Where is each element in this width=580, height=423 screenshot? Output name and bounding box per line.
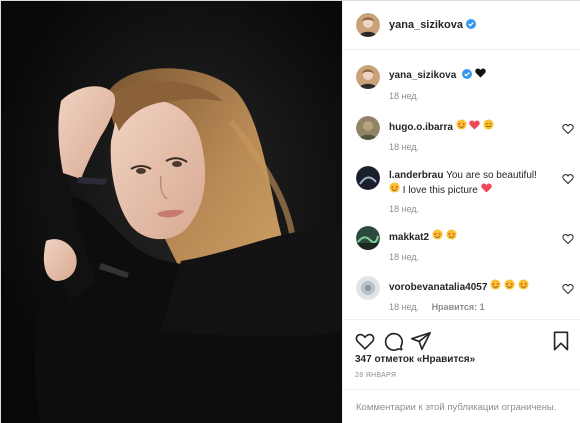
comment-time[interactable]: 18 нед. <box>389 204 419 214</box>
comment-time[interactable]: 18 нед. <box>389 142 419 152</box>
comment-text: You are so beautiful! <box>446 170 537 181</box>
comment-body: l.anderbrau You are so beautiful! I love… <box>389 169 559 197</box>
post-actions: 347 отметок «Нравится» 28 ЯНВАРЯ Коммент… <box>343 319 580 423</box>
comment-body: makkat2 <box>389 229 559 244</box>
comment-likes-count[interactable]: Нравится: 1 <box>432 302 485 312</box>
comments-restricted-notice: Комментарии к этой публикации ограничены… <box>343 389 580 423</box>
comment-meta: 18 нед. <box>389 142 429 152</box>
post-photo[interactable] <box>1 1 342 423</box>
verified-badge-icon <box>466 16 476 34</box>
like-comment-icon[interactable] <box>562 233 574 245</box>
comment-body: vorobevanatalia4057 <box>389 279 559 294</box>
like-icon[interactable] <box>354 330 376 352</box>
comment-username[interactable]: hugo.o.ibarra <box>389 122 453 133</box>
post-date[interactable]: 28 ЯНВАРЯ <box>355 372 396 379</box>
star-struck-icon <box>389 182 400 196</box>
caption-body: yana_sizikova <box>389 68 559 83</box>
like-comment-icon[interactable] <box>562 123 574 135</box>
comment-icon[interactable] <box>382 330 404 352</box>
smiling-face-icon <box>483 119 494 133</box>
comment-meta: 18 нед. <box>389 204 429 214</box>
comment-username[interactable]: l.anderbrau <box>389 170 443 181</box>
comment-item: makkat2 18 нед. <box>356 226 576 270</box>
comments-list: yana_sizikova 18 нед. hugo.o.ibarra 18 н… <box>343 51 580 319</box>
commenter-avatar[interactable] <box>356 166 380 190</box>
comment-item: hugo.o.ibarra 18 нед. <box>356 116 576 160</box>
star-struck-icon <box>490 279 501 293</box>
caption-username[interactable]: yana_sizikova <box>389 70 456 81</box>
commenter-avatar[interactable] <box>356 116 380 140</box>
comment-body: hugo.o.ibarra <box>389 119 559 134</box>
author-username[interactable]: yana_sizikova <box>389 19 463 31</box>
like-comment-icon[interactable] <box>562 173 574 185</box>
verified-badge-icon <box>462 69 473 83</box>
save-icon[interactable] <box>550 330 572 352</box>
star-struck-icon <box>504 279 515 293</box>
caption-meta: 18 нед. <box>389 91 429 101</box>
comment-username[interactable]: makkat2 <box>389 232 429 243</box>
share-icon[interactable] <box>410 330 432 352</box>
like-comment-icon[interactable] <box>562 283 574 295</box>
comment-meta: 18 нед. <box>389 252 429 262</box>
post-header: yana_sizikova <box>343 1 580 50</box>
caption-avatar[interactable] <box>356 65 380 89</box>
red-heart-icon <box>480 183 492 196</box>
star-struck-icon <box>432 229 443 243</box>
commenter-avatar[interactable] <box>356 276 380 300</box>
portrait-illustration <box>1 1 342 423</box>
comment-meta: 18 нед. Нравится: 1 <box>389 302 495 312</box>
star-struck-icon <box>518 279 529 293</box>
comment-item: vorobevanatalia4057 18 нед. Нравится: 1 <box>356 276 576 319</box>
star-struck-icon <box>456 119 467 133</box>
comment-item: l.anderbrau You are so beautiful! I love… <box>356 166 576 224</box>
post-caption: yana_sizikova 18 нед. <box>356 65 576 109</box>
action-icons-row <box>354 330 572 354</box>
comment-time[interactable]: 18 нед. <box>389 252 419 262</box>
black-heart-icon <box>475 68 486 81</box>
post-modal: yana_sizikova yana_sizikova 18 нед. hugo… <box>0 0 580 423</box>
comment-username[interactable]: vorobevanatalia4057 <box>389 282 487 293</box>
caption-time[interactable]: 18 нед. <box>389 91 419 101</box>
comment-text-line2: I love this picture <box>402 185 478 196</box>
comment-time[interactable]: 18 нед. <box>389 302 419 312</box>
red-heart-icon <box>469 120 481 133</box>
commenter-avatar[interactable] <box>356 226 380 250</box>
likes-count[interactable]: 347 отметок «Нравится» <box>355 354 475 365</box>
post-side-panel: yana_sizikova yana_sizikova 18 нед. hugo… <box>342 1 580 423</box>
star-struck-icon <box>446 229 457 243</box>
author-avatar[interactable] <box>356 13 380 37</box>
